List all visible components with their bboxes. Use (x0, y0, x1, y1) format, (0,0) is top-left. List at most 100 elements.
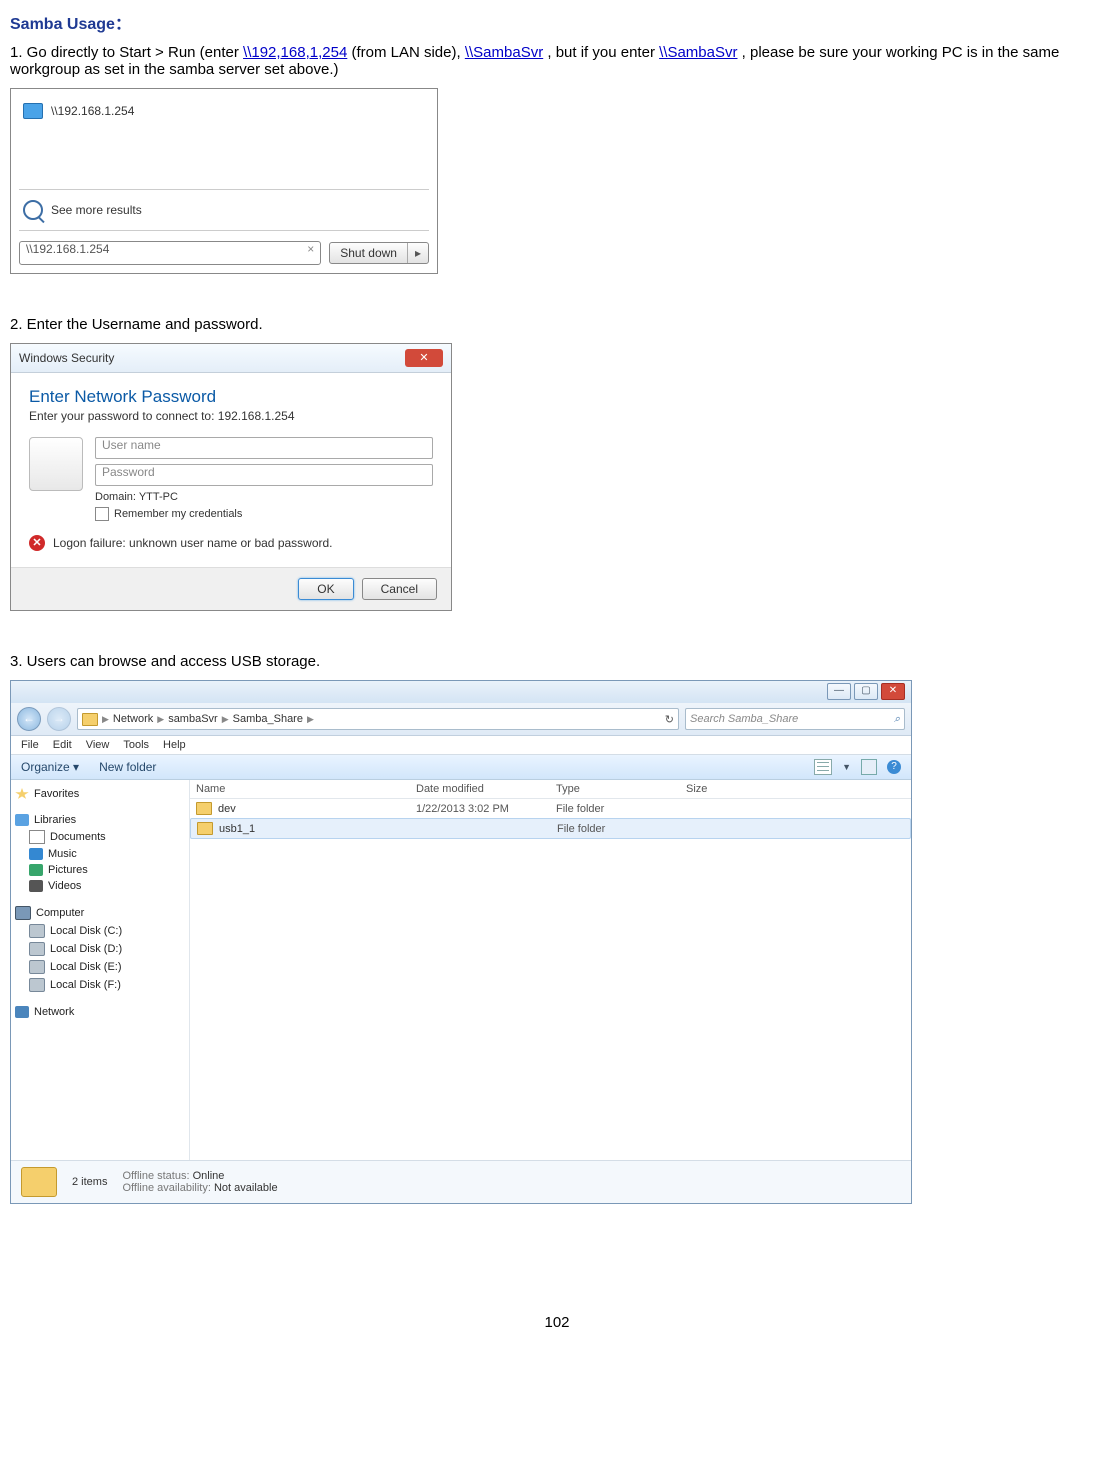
chevron-right-icon: ▶ (307, 714, 314, 725)
menu-view[interactable]: View (86, 739, 110, 751)
maximize-button[interactable]: ▢ (854, 683, 878, 700)
tree-documents[interactable]: Documents (15, 828, 185, 846)
tree-disk-d[interactable]: Local Disk (D:) (15, 940, 185, 958)
run-input[interactable]: \\192.168.1.254 × (19, 241, 321, 265)
step1-text-a: 1. Go directly to Start > Run (enter (10, 44, 243, 61)
minimize-button[interactable]: — (827, 683, 851, 700)
domain-label: Domain: YTT-PC (95, 491, 433, 503)
dialog-subtext: Enter your password to connect to: 192.1… (29, 409, 433, 423)
network-icon (15, 1006, 29, 1018)
tree-disk-e[interactable]: Local Disk (E:) (15, 958, 185, 976)
step1-paragraph: 1. Go directly to Start > Run (enter \\1… (10, 44, 1104, 78)
step1-text-c: , but if you enter (547, 44, 659, 61)
cancel-button[interactable]: Cancel (362, 578, 437, 600)
clear-icon[interactable]: × (307, 242, 314, 256)
explorer-search-input[interactable]: Search Samba_Share ⌕ (685, 708, 905, 730)
videos-icon (29, 880, 43, 892)
disk-icon (29, 942, 45, 956)
explorer-window: — ▢ ✕ ← → ▶ Network ▶ sambaSvr ▶ Samba_S… (10, 680, 912, 1204)
error-icon: ✕ (29, 535, 45, 551)
username-field[interactable]: User name (95, 437, 433, 459)
table-row[interactable]: dev 1/22/2013 3:02 PM File folder (190, 799, 911, 818)
shutdown-button[interactable]: Shut down ▸ (329, 242, 429, 264)
link-sambasvr-1[interactable]: \\SambaSvr (465, 44, 543, 61)
remember-label: Remember my credentials (114, 508, 242, 520)
crumb-sambashare[interactable]: Samba_Share (233, 713, 303, 725)
back-button[interactable]: ← (17, 707, 41, 731)
menu-tools[interactable]: Tools (123, 739, 149, 751)
window-close-button[interactable]: ✕ (881, 683, 905, 700)
forward-button[interactable]: → (47, 707, 71, 731)
breadcrumb[interactable]: ▶ Network ▶ sambaSvr ▶ Samba_Share ▶ ↻ (77, 708, 679, 730)
link-sambasvr-2[interactable]: \\SambaSvr (659, 44, 737, 61)
menu-file[interactable]: File (21, 739, 39, 751)
error-text: Logon failure: unknown user name or bad … (53, 536, 333, 550)
folder-icon (196, 802, 212, 815)
search-icon (23, 200, 43, 220)
tree-favorites[interactable]: Favorites (15, 786, 185, 802)
shutdown-arrow-icon[interactable]: ▸ (408, 243, 428, 263)
close-button[interactable]: ✕ (405, 349, 443, 367)
dialog-title: Windows Security (19, 351, 114, 365)
tree-computer[interactable]: Computer (15, 904, 185, 922)
menu-bar: File Edit View Tools Help (11, 736, 911, 755)
password-field[interactable]: Password (95, 464, 433, 486)
see-more-label: See more results (51, 203, 142, 217)
dialog-titlebar: Windows Security ✕ (11, 344, 451, 373)
tree-music[interactable]: Music (15, 846, 185, 862)
refresh-icon[interactable]: ↻ (665, 713, 674, 726)
table-row[interactable]: usb1_1 File folder (190, 818, 911, 839)
chevron-right-icon: ▶ (222, 714, 229, 725)
menu-edit[interactable]: Edit (53, 739, 72, 751)
link-ip[interactable]: \\192,168,1,254 (243, 44, 347, 61)
star-icon (15, 788, 29, 800)
search-placeholder: Search Samba_Share (690, 713, 798, 725)
remember-checkbox[interactable] (95, 507, 109, 521)
offline-avail-value: Not available (214, 1182, 278, 1194)
disk-icon (29, 924, 45, 938)
dialog-heading: Enter Network Password (29, 387, 433, 407)
tree-libraries[interactable]: Libraries (15, 812, 185, 828)
disk-icon (29, 978, 45, 992)
col-type[interactable]: Type (556, 783, 686, 795)
tree-disk-c[interactable]: Local Disk (C:) (15, 922, 185, 940)
folder-icon (197, 822, 213, 835)
col-date[interactable]: Date modified (416, 783, 556, 795)
search-icon: ⌕ (894, 713, 900, 726)
see-more-row[interactable]: See more results (19, 194, 429, 226)
crumb-sambasvr[interactable]: sambaSvr (168, 713, 218, 725)
column-headers[interactable]: Name Date modified Type Size (190, 780, 911, 799)
tree-videos[interactable]: Videos (15, 878, 185, 894)
step1-text-b: (from LAN side), (351, 44, 464, 61)
offline-status-value: Online (193, 1170, 225, 1182)
newfolder-button[interactable]: New folder (99, 760, 156, 774)
menu-help[interactable]: Help (163, 739, 186, 751)
help-icon[interactable]: ? (887, 760, 901, 774)
col-name[interactable]: Name (196, 783, 416, 795)
chevron-down-icon[interactable]: ▼ (842, 762, 851, 772)
view-options-icon[interactable] (814, 759, 832, 775)
preview-pane-icon[interactable] (861, 759, 877, 775)
ok-button[interactable]: OK (298, 578, 353, 600)
tree-network[interactable]: Network (15, 1004, 185, 1020)
status-count: 2 items (72, 1176, 107, 1188)
step2-paragraph: 2. Enter the Username and password. (10, 316, 1104, 333)
organize-button[interactable]: Organize ▾ (21, 760, 79, 774)
chevron-right-icon: ▶ (102, 714, 109, 725)
crumb-network[interactable]: Network (113, 713, 153, 725)
libraries-icon (15, 814, 29, 826)
window-titlebar: — ▢ ✕ (11, 681, 911, 703)
computer-icon (23, 103, 43, 119)
tree-disk-f[interactable]: Local Disk (F:) (15, 976, 185, 994)
computer-icon (15, 906, 31, 920)
page-number: 102 (10, 1314, 1104, 1331)
col-size[interactable]: Size (686, 783, 707, 795)
section-title: Samba Usage： (10, 10, 1104, 34)
file-list: Name Date modified Type Size dev 1/22/20… (190, 780, 911, 1160)
nav-tree: Favorites Libraries Documents Music Pict… (11, 780, 190, 1160)
tree-pictures[interactable]: Pictures (15, 862, 185, 878)
disk-icon (29, 960, 45, 974)
chevron-right-icon: ▶ (157, 714, 164, 725)
search-result-row[interactable]: \\192.168.1.254 (19, 97, 429, 125)
security-dialog: Windows Security ✕ Enter Network Passwor… (10, 343, 452, 611)
